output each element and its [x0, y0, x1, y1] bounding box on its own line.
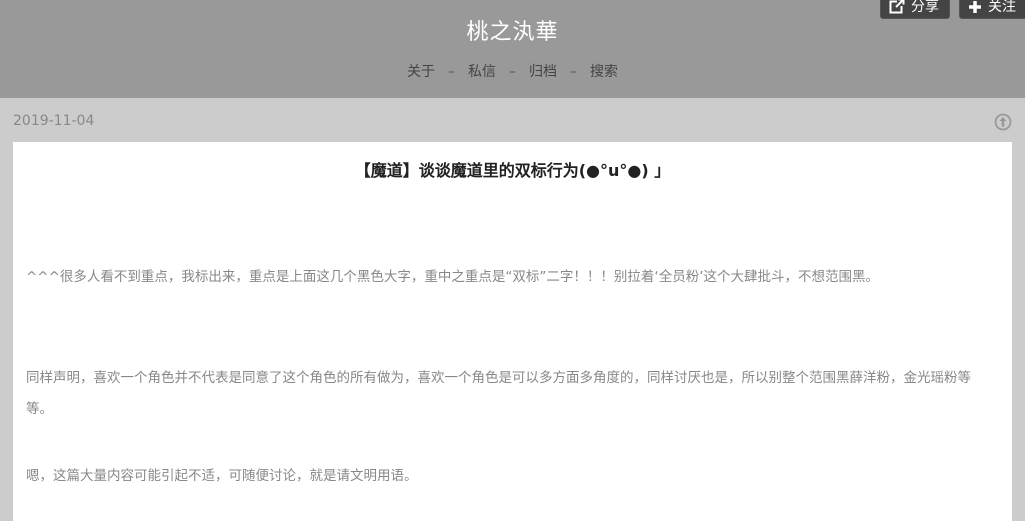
blog-header: 桃之汍華 关于 – 私信 – 归档 – 搜索 — [0, 0, 1025, 98]
nav-separator: – — [570, 64, 577, 80]
nav-item-archive[interactable]: 归档 — [529, 64, 557, 80]
share-button[interactable]: 分享 — [880, 0, 950, 19]
post-title: 【魔道】谈谈魔道里的双标行为(●°u°●)​ 」 — [354, 161, 671, 180]
plus-icon — [968, 0, 988, 15]
nav-bar: 关于 – 私信 – 归档 – 搜索 — [0, 61, 1025, 81]
nav-item-about[interactable]: 关于 — [407, 64, 435, 80]
site-title[interactable]: 桃之汍華 — [0, 14, 1025, 46]
nav-separator: – — [448, 64, 455, 80]
share-label: 分享 — [911, 0, 939, 15]
follow-label: 关注 — [988, 0, 1016, 15]
share-icon — [889, 0, 911, 15]
post-date[interactable]: 2019-11-04 — [13, 113, 94, 129]
post-paragraph: ^^^很多人看不到重点，我标出来，重点是上面这几个黑色大字，重中之重点是“双标”… — [26, 269, 880, 285]
post-paragraph: 嗯，这篇大量内容可能引起不适，可随便讨论，就是请文明用语。 — [26, 468, 418, 484]
nav-item-search[interactable]: 搜索 — [590, 64, 618, 80]
follow-button[interactable]: 关注 — [959, 0, 1025, 19]
post-card: 【魔道】谈谈魔道里的双标行为(●°u°●)​ 」 ^^^很多人看不到重点，我标出… — [13, 142, 1012, 521]
post-paragraph: 同样声明，喜欢一个角色并不代表是同意了这个角色的所有做为，喜欢一个角色是可以多方… — [26, 370, 971, 417]
nav-separator: – — [509, 64, 516, 80]
nav-item-message[interactable]: 私信 — [468, 64, 496, 80]
reblog-icon[interactable] — [994, 113, 1012, 131]
